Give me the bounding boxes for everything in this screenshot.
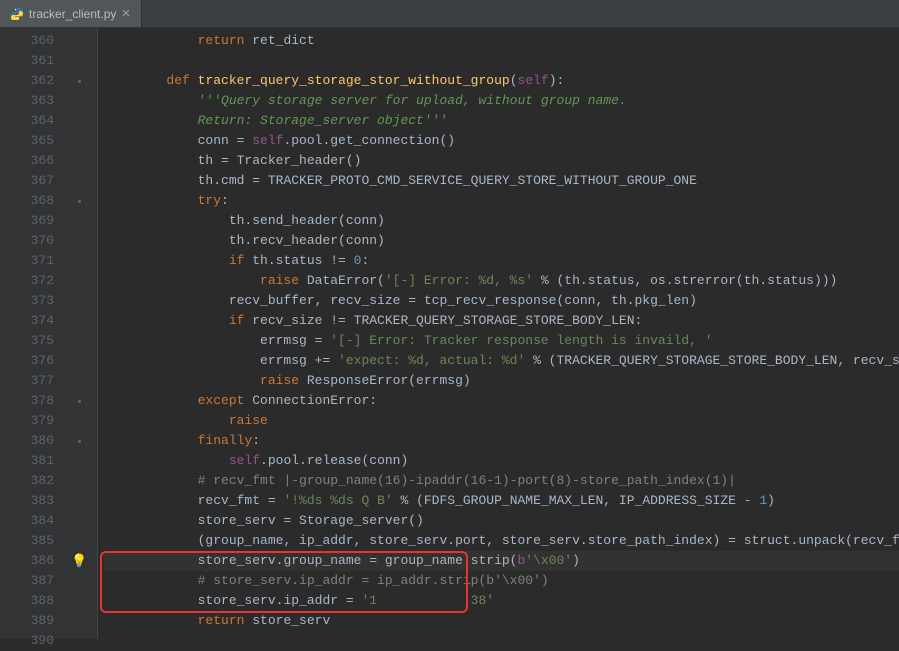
line-number: 386 <box>0 551 62 571</box>
fold-marker-icon[interactable] <box>78 400 81 403</box>
line-number: 365 <box>0 131 62 151</box>
line-number: 379 <box>0 411 62 431</box>
line-number: 372 <box>0 271 62 291</box>
line-number: 389 <box>0 611 62 631</box>
code-line[interactable]: raise DataError('[-] Error: %d, %s' % (t… <box>104 271 899 291</box>
line-number: 377 <box>0 371 62 391</box>
code-line[interactable] <box>104 631 899 639</box>
code-line[interactable]: th.cmd = TRACKER_PROTO_CMD_SERVICE_QUERY… <box>104 171 899 191</box>
code-line[interactable]: th.send_header(conn) <box>104 211 899 231</box>
python-file-icon <box>10 7 24 21</box>
code-line[interactable]: # store_serv.ip_addr = ip_addr.strip(b'\… <box>104 571 899 591</box>
code-line[interactable]: recv_fmt = '!%ds %ds Q B' % (FDFS_GROUP_… <box>104 491 899 511</box>
line-number: 370 <box>0 231 62 251</box>
line-number: 380 <box>0 431 62 451</box>
line-number: 382 <box>0 471 62 491</box>
code-area[interactable]: return ret_dict def tracker_query_storag… <box>98 28 899 639</box>
line-number: 388 <box>0 591 62 611</box>
line-number: 369 <box>0 211 62 231</box>
code-line[interactable]: store_serv = Storage_server() <box>104 511 899 531</box>
code-line[interactable]: if recv_size != TRACKER_QUERY_STORAGE_ST… <box>104 311 899 331</box>
line-number: 384 <box>0 511 62 531</box>
code-line[interactable]: '''Query storage server for upload, with… <box>104 91 899 111</box>
line-number: 383 <box>0 491 62 511</box>
line-number: 375 <box>0 331 62 351</box>
code-line[interactable]: store_serv.ip_addr = '1 38' <box>104 591 899 611</box>
code-line[interactable]: Return: Storage_server object''' <box>104 111 899 131</box>
line-number: 371 <box>0 251 62 271</box>
gutter-markers: 💡 <box>62 28 98 639</box>
code-line[interactable]: errmsg += 'expect: %d, actual: %d' % (TR… <box>104 351 899 371</box>
tab-bar: tracker_client.py ✕ <box>0 0 899 28</box>
code-line[interactable]: conn = self.pool.get_connection() <box>104 131 899 151</box>
line-number: 363 <box>0 91 62 111</box>
file-tab[interactable]: tracker_client.py ✕ <box>0 0 142 27</box>
code-line[interactable]: raise <box>104 411 899 431</box>
line-number: 374 <box>0 311 62 331</box>
code-line[interactable]: errmsg = '[-] Error: Tracker response le… <box>104 331 899 351</box>
code-line[interactable]: try: <box>104 191 899 211</box>
line-number-gutter: 360 361 362 363 364 365 366 367 368 369 … <box>0 28 62 639</box>
fold-marker-icon[interactable] <box>78 200 81 203</box>
line-number: 362 <box>0 71 62 91</box>
code-line[interactable]: raise ResponseError(errmsg) <box>104 371 899 391</box>
file-tab-label: tracker_client.py <box>29 7 116 21</box>
code-line[interactable]: (group_name, ip_addr, store_serv.port, s… <box>104 531 899 551</box>
line-number: 381 <box>0 451 62 471</box>
line-number: 368 <box>0 191 62 211</box>
code-line[interactable]: th.recv_header(conn) <box>104 231 899 251</box>
line-number: 364 <box>0 111 62 131</box>
code-line[interactable]: return ret_dict <box>104 31 899 51</box>
code-line[interactable]: # recv_fmt |-group_name(16)-ipaddr(16-1)… <box>104 471 899 491</box>
line-number: 376 <box>0 351 62 371</box>
line-number: 385 <box>0 531 62 551</box>
code-line[interactable]: recv_buffer, recv_size = tcp_recv_respon… <box>104 291 899 311</box>
line-number: 373 <box>0 291 62 311</box>
code-line[interactable]: finally: <box>104 431 899 451</box>
code-line[interactable]: def tracker_query_storage_stor_without_g… <box>104 71 899 91</box>
code-editor[interactable]: 360 361 362 363 364 365 366 367 368 369 … <box>0 28 899 639</box>
code-line[interactable]: self.pool.release(conn) <box>104 451 899 471</box>
line-number: 361 <box>0 51 62 71</box>
code-line[interactable]: th = Tracker_header() <box>104 151 899 171</box>
line-number: 367 <box>0 171 62 191</box>
code-line[interactable]: store_serv.group_name = group_name.strip… <box>104 551 899 571</box>
line-number: 360 <box>0 31 62 51</box>
fold-marker-icon[interactable] <box>78 80 81 83</box>
intention-bulb-icon[interactable]: 💡 <box>71 554 87 569</box>
code-line[interactable]: if th.status != 0: <box>104 251 899 271</box>
fold-marker-icon[interactable] <box>78 440 81 443</box>
line-number: 390 <box>0 631 62 651</box>
line-number: 366 <box>0 151 62 171</box>
code-line[interactable] <box>104 51 899 71</box>
code-line[interactable]: except ConnectionError: <box>104 391 899 411</box>
line-number: 387 <box>0 571 62 591</box>
close-icon[interactable]: ✕ <box>121 7 130 20</box>
code-line[interactable]: return store_serv <box>104 611 899 631</box>
line-number: 378 <box>0 391 62 411</box>
